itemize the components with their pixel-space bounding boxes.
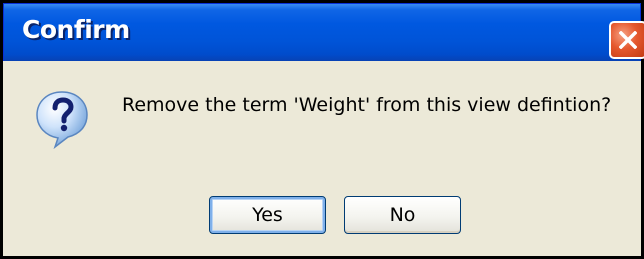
close-icon — [619, 31, 637, 49]
dialog-body: Remove the term 'Weight' from this view … — [6, 61, 638, 256]
yes-button[interactable]: Yes — [209, 196, 326, 234]
title-bar[interactable]: Confirm — [3, 3, 644, 61]
dialog-title: Confirm — [22, 15, 130, 44]
close-button[interactable] — [609, 21, 644, 59]
confirm-dialog: Confirm Remove the term 'Weight' from th… — [0, 0, 644, 259]
no-button[interactable]: No — [344, 196, 461, 234]
dialog-message: Remove the term 'Weight' from this view … — [122, 94, 612, 116]
no-button-label: No — [389, 204, 416, 226]
yes-button-label: Yes — [252, 204, 283, 226]
question-icon — [36, 91, 88, 149]
